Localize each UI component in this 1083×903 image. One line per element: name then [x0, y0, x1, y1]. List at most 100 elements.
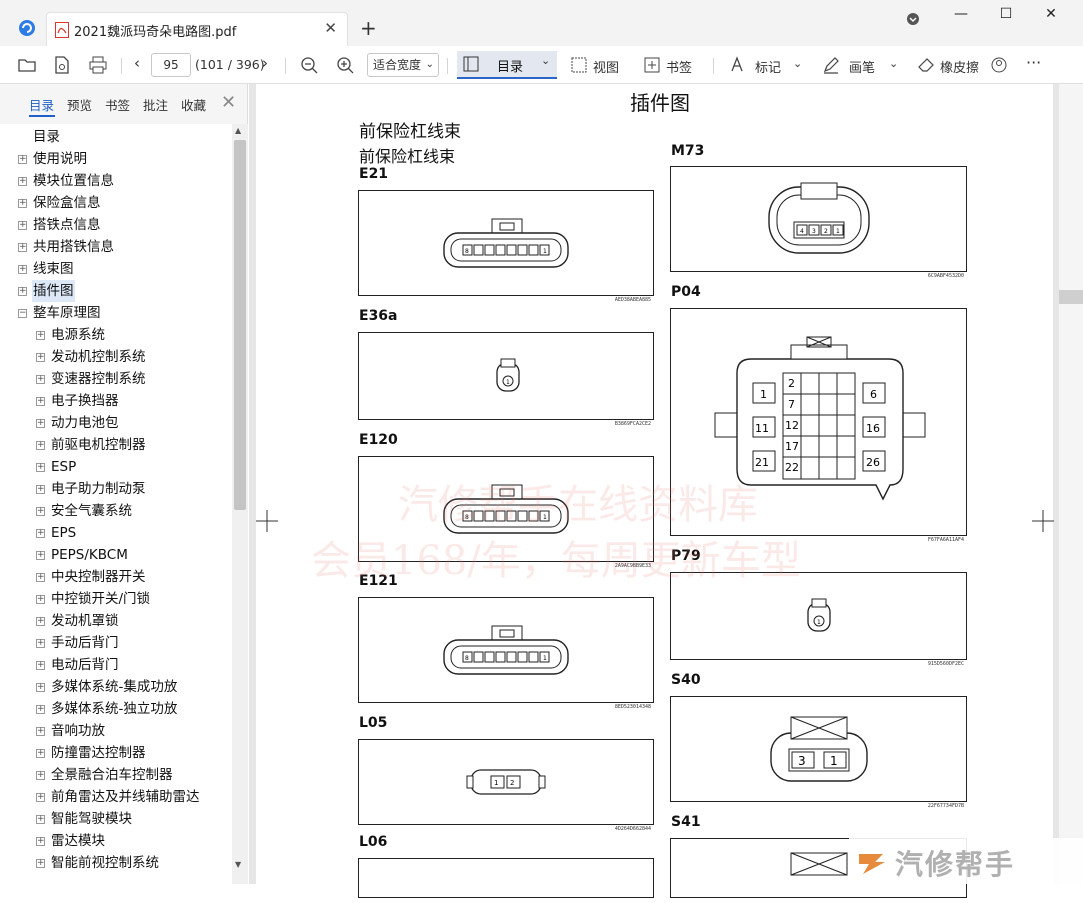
- zoom-in-icon[interactable]: [335, 55, 355, 75]
- expand-icon[interactable]: +: [36, 727, 45, 736]
- sidebar-tab-toc[interactable]: 目录: [29, 95, 54, 114]
- page-number-input[interactable]: 95: [151, 53, 191, 77]
- expand-icon[interactable]: +: [36, 837, 45, 846]
- toc-item[interactable]: 目录: [0, 126, 232, 148]
- eraser-label[interactable]: 橡皮擦: [940, 57, 979, 76]
- toc-item[interactable]: + 搭铁点信息: [0, 214, 232, 236]
- eraser-icon[interactable]: [916, 55, 936, 75]
- expand-icon[interactable]: +: [18, 177, 27, 186]
- document-scrollbar[interactable]: [1059, 84, 1083, 884]
- toc-item[interactable]: + 中控锁开关/门锁: [0, 588, 232, 610]
- expand-icon[interactable]: +: [36, 749, 45, 758]
- expand-icon[interactable]: +: [36, 771, 45, 780]
- collapse-icon[interactable]: −: [18, 309, 27, 318]
- expand-icon[interactable]: +: [36, 573, 45, 582]
- expand-icon[interactable]: +: [36, 529, 45, 538]
- expand-icon[interactable]: +: [36, 595, 45, 604]
- expand-icon[interactable]: +: [36, 551, 45, 560]
- toc-item[interactable]: + 多媒体系统-集成功放: [0, 676, 232, 698]
- tab-close-button[interactable]: ✕: [324, 19, 337, 37]
- expand-icon[interactable]: +: [36, 859, 45, 868]
- toc-item[interactable]: + 前驱电机控制器: [0, 434, 232, 456]
- expand-icon[interactable]: +: [36, 441, 45, 450]
- toc-item[interactable]: + 使用说明: [0, 148, 232, 170]
- expand-icon[interactable]: +: [36, 463, 45, 472]
- zoom-out-icon[interactable]: [299, 55, 319, 75]
- sidebar-tab-annotations[interactable]: 批注: [143, 95, 168, 114]
- expand-icon[interactable]: +: [18, 155, 27, 164]
- toc-item[interactable]: + 多媒体系统-独立功放: [0, 698, 232, 720]
- toc-item[interactable]: + 智能驾驶模块: [0, 808, 232, 830]
- toc-item[interactable]: + 变速器控制系统: [0, 368, 232, 390]
- chevron-down-icon[interactable]: ⌄: [889, 57, 898, 70]
- expand-icon[interactable]: +: [18, 221, 27, 230]
- toc-item[interactable]: + 插件图: [0, 280, 232, 302]
- next-page-button[interactable]: ›: [262, 54, 268, 72]
- maximize-button[interactable]: ☐: [991, 6, 1021, 26]
- toc-item[interactable]: + EPS: [0, 522, 232, 544]
- close-window-button[interactable]: ✕: [1036, 6, 1066, 26]
- toc-item[interactable]: + 电源系统: [0, 324, 232, 346]
- toc-button[interactable]: 目录 ⌄: [457, 51, 557, 79]
- expand-icon[interactable]: +: [36, 353, 45, 362]
- highlight-mark-icon[interactable]: [727, 55, 747, 75]
- toc-item[interactable]: − 整车原理图: [0, 302, 232, 324]
- expand-icon[interactable]: +: [18, 287, 27, 296]
- sidebar-close-button[interactable]: ✕: [221, 92, 236, 113]
- toc-item[interactable]: + 线束图: [0, 258, 232, 280]
- file-info-icon[interactable]: [52, 55, 72, 75]
- minimize-button[interactable]: —: [946, 6, 976, 26]
- expand-icon[interactable]: +: [36, 617, 45, 626]
- toc-item[interactable]: + 发动机罩锁: [0, 610, 232, 632]
- sidebar-tab-bookmarks[interactable]: 书签: [105, 95, 130, 114]
- print-icon[interactable]: [88, 55, 108, 75]
- sidebar-scroll-thumb[interactable]: [234, 140, 246, 510]
- toc-item[interactable]: + 安全气囊系统: [0, 500, 232, 522]
- open-folder-icon[interactable]: [17, 55, 37, 75]
- prev-page-button[interactable]: ‹: [134, 54, 140, 72]
- expand-icon[interactable]: +: [36, 507, 45, 516]
- toc-item[interactable]: + 前角雷达及并线辅助雷达: [0, 786, 232, 808]
- toc-item[interactable]: + 保险盒信息: [0, 192, 232, 214]
- user-icon[interactable]: [989, 55, 1009, 75]
- expand-icon[interactable]: +: [36, 331, 45, 340]
- document-tab[interactable]: 2021魏派玛奇朵电路图.pdf ✕: [46, 12, 348, 46]
- toc-item[interactable]: + 手动后背门: [0, 632, 232, 654]
- new-tab-button[interactable]: +: [360, 18, 377, 38]
- account-icon[interactable]: [906, 12, 920, 26]
- expand-icon[interactable]: +: [36, 639, 45, 648]
- expand-icon[interactable]: +: [36, 397, 45, 406]
- toc-item[interactable]: + 电动后背门: [0, 654, 232, 676]
- toc-item[interactable]: + 防撞雷达控制器: [0, 742, 232, 764]
- sidebar-tab-preview[interactable]: 预览: [67, 95, 92, 114]
- toc-item[interactable]: + 雷达模块: [0, 830, 232, 852]
- toc-item[interactable]: + 中央控制器开关: [0, 566, 232, 588]
- bookmark-label[interactable]: 书签: [666, 57, 692, 76]
- zoom-select[interactable]: 适合宽度 ⌄: [367, 53, 439, 77]
- expand-icon[interactable]: +: [36, 793, 45, 802]
- expand-icon[interactable]: +: [18, 199, 27, 208]
- expand-icon[interactable]: +: [36, 419, 45, 428]
- expand-icon[interactable]: +: [36, 705, 45, 714]
- expand-icon[interactable]: +: [36, 683, 45, 692]
- view-icon[interactable]: [569, 55, 589, 75]
- toc-item[interactable]: + ESP: [0, 456, 232, 478]
- expand-icon[interactable]: +: [36, 375, 45, 384]
- chevron-down-icon[interactable]: ⌄: [793, 57, 802, 70]
- toc-item[interactable]: + 共用搭铁信息: [0, 236, 232, 258]
- mark-label[interactable]: 标记: [755, 57, 781, 76]
- scroll-down-icon[interactable]: ▼: [235, 860, 241, 869]
- toc-item[interactable]: + 模块位置信息: [0, 170, 232, 192]
- toc-item[interactable]: + 全景融合泊车控制器: [0, 764, 232, 786]
- expand-icon[interactable]: +: [36, 815, 45, 824]
- toc-item[interactable]: + 电子助力制动泵: [0, 478, 232, 500]
- toc-item[interactable]: + PEPS/KBCM: [0, 544, 232, 566]
- toc-item[interactable]: + 动力电池包: [0, 412, 232, 434]
- pen-label[interactable]: 画笔: [849, 57, 875, 76]
- view-label[interactable]: 视图: [593, 57, 619, 76]
- scroll-up-icon[interactable]: ▲: [235, 126, 241, 135]
- expand-icon[interactable]: +: [36, 661, 45, 670]
- sidebar-tab-favorites[interactable]: 收藏: [181, 95, 206, 114]
- toc-item[interactable]: + 发动机控制系统: [0, 346, 232, 368]
- more-options-button[interactable]: ···: [1026, 53, 1041, 72]
